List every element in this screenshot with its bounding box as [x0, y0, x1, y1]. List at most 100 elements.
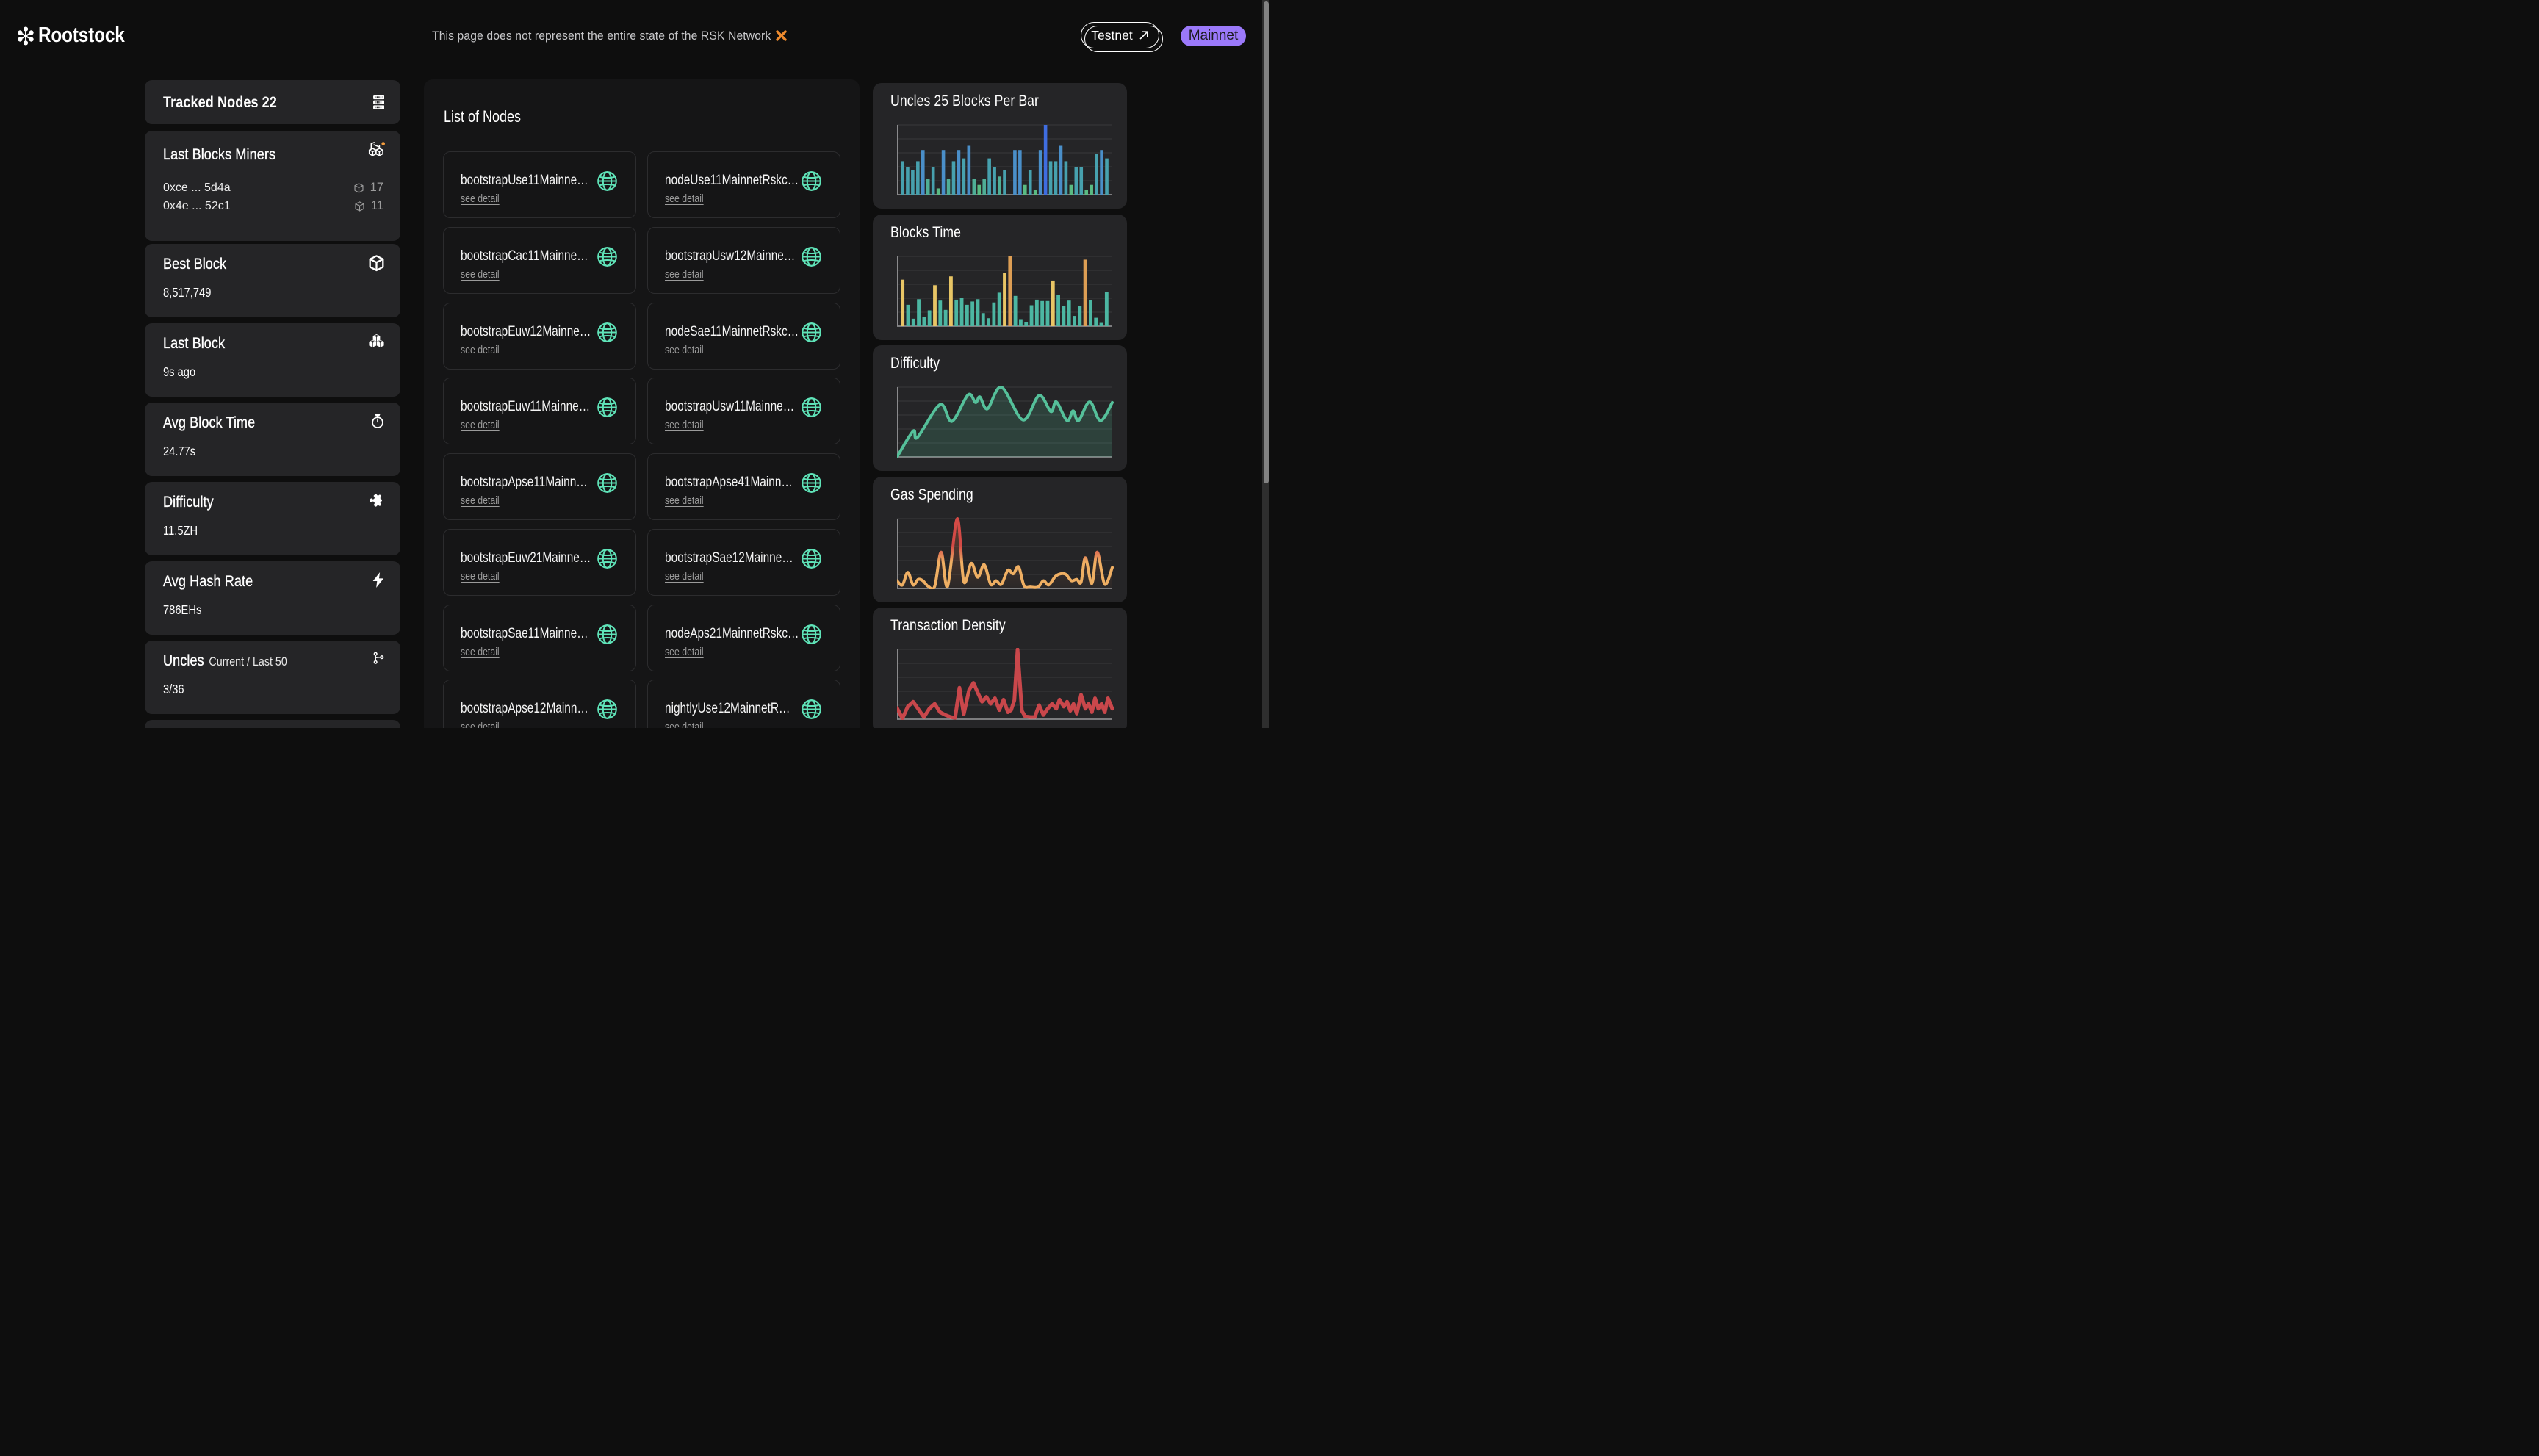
testnet-button[interactable]: Testnet	[1081, 22, 1159, 48]
stat-card-subtitle: Current / Last 50	[209, 655, 287, 669]
chart-title: Uncles 25 Blocks Per Bar	[890, 93, 1039, 110]
tracked-nodes-title: Tracked Nodes 22	[163, 93, 277, 112]
scrollbar-thumb[interactable]	[1264, 1, 1269, 483]
see-detail-link[interactable]: see detail	[665, 494, 704, 507]
scrollbar-track[interactable]	[1262, 0, 1270, 728]
blocks-time-chart	[897, 255, 1114, 327]
miner-address: 0x4e ... 52c1	[163, 200, 231, 213]
node-name: bootstrapApse41Mainn…	[665, 474, 793, 491]
stat-card-avg-hash-rate: Avg Hash Rate 786EHs	[145, 561, 400, 635]
miner-rows: 0xce ... 5d4a 17 0x4e ... 52c1 11	[163, 179, 386, 215]
node-card: bootstrapApse41Mainn… see detail	[647, 453, 840, 520]
stat-card-difficulty: Difficulty 11.5ZH	[145, 482, 400, 555]
list-of-nodes-title: List of Nodes	[444, 107, 521, 126]
globe-icon	[597, 322, 618, 343]
node-card: bootstrapUse11Mainne…see detail	[443, 151, 636, 218]
difficulty-chart	[897, 386, 1114, 458]
see-detail-link[interactable]: see detail	[665, 570, 704, 583]
node-card: bootstrapCac11Mainne…see detail	[443, 227, 636, 294]
node-name: bootstrapApse11Mainn…	[461, 474, 588, 491]
node-name: bootstrapUsw11Mainne…	[665, 398, 794, 415]
dismiss-notice-icon[interactable]	[776, 30, 787, 41]
see-detail-link[interactable]: see detail	[665, 721, 704, 728]
testnet-button-label: Testnet	[1091, 28, 1132, 43]
node-name: bootstrapEuw21Mainne…	[461, 549, 591, 566]
node-name: nodeSae11MainnetRskc…	[665, 323, 799, 340]
globe-icon	[597, 624, 618, 645]
see-detail-link[interactable]: see detail	[665, 268, 704, 281]
see-detail-link[interactable]: see detail	[461, 570, 500, 583]
stat-card-value: 11.5ZH	[163, 523, 198, 538]
server-rack-icon	[373, 95, 385, 109]
stat-card-title: Avg Hash Rate	[163, 572, 253, 591]
miner-row: 0xce ... 5d4a 17	[163, 179, 383, 197]
chart-card-uncles-per-bar: Uncles 25 Blocks Per Bar	[873, 83, 1127, 209]
stat-card-title: Difficulty	[163, 493, 214, 511]
chart-title: Gas Spending	[890, 486, 973, 504]
stopwatch-icon	[371, 414, 384, 429]
rootstock-logo[interactable]: Rootstock	[18, 24, 141, 48]
partial-card	[145, 720, 400, 728]
node-name: nodeAps21MainnetRskc…	[665, 625, 799, 642]
mainnet-badge[interactable]: Mainnet	[1181, 26, 1246, 46]
node-card: bootstrapApse11Mainn… see detail	[443, 453, 636, 520]
see-detail-link[interactable]: see detail	[461, 268, 500, 281]
node-name: bootstrapSae11Mainne…	[461, 625, 588, 642]
chart-card-gas-spending: Gas Spending	[873, 477, 1127, 602]
stat-card-title: Uncles	[163, 652, 204, 670]
node-card: bootstrapUsw11Mainne… see detail	[647, 378, 840, 444]
last-blocks-miners-title: Last Blocks Miners	[163, 145, 275, 164]
stat-card-title: Avg Block Time	[163, 414, 255, 432]
miner-block-count: 11	[371, 199, 383, 213]
chart-title: Blocks Time	[890, 224, 961, 242]
globe-icon	[597, 548, 618, 569]
miner-block-count: 17	[370, 181, 383, 195]
node-card: bootstrapSae11Mainne… see detail	[443, 605, 636, 671]
stat-card-avg-block-time: Avg Block Time 24.77s	[145, 403, 400, 476]
see-detail-link[interactable]: see detail	[665, 419, 704, 431]
stat-card-best-block: Best Block 8,517,749	[145, 244, 400, 317]
see-detail-link[interactable]: see detail	[461, 344, 500, 356]
globe-icon	[801, 472, 822, 494]
rootstock-logo-icon	[18, 26, 34, 46]
see-detail-link[interactable]: see detail	[665, 646, 704, 658]
chart-card-transaction-density: Transaction Density	[873, 608, 1127, 728]
globe-icon	[597, 170, 618, 192]
cube-small-icon	[355, 201, 364, 212]
chart-card-blocks-time: Blocks Time	[873, 215, 1127, 340]
node-card: nodeSae11MainnetRskc… see detail	[647, 303, 840, 370]
see-detail-link[interactable]: see detail	[665, 192, 704, 205]
see-detail-link[interactable]: see detail	[461, 721, 500, 728]
see-detail-link[interactable]: see detail	[461, 192, 500, 205]
node-card: nodeAps21MainnetRskc… see detail	[647, 605, 840, 671]
node-card: nightlyUse12MainnetR… see detail	[647, 680, 840, 728]
globe-icon	[597, 699, 618, 720]
uncles-per-bar-chart	[897, 123, 1114, 195]
node-name: bootstrapEuw11Mainne…	[461, 398, 590, 415]
bolt-icon	[372, 572, 384, 588]
last-blocks-miners-card: Last Blocks Miners 0xce ... 5d4a 17	[145, 131, 400, 241]
stat-card-title: Last Block	[163, 334, 225, 353]
puzzle-icon	[370, 493, 385, 508]
node-card: nodeUse11MainnetRskc…see detail	[647, 151, 840, 218]
globe-icon	[801, 322, 822, 343]
stat-card-value: 24.77s	[163, 444, 195, 459]
node-name: bootstrapSae12Mainne…	[665, 549, 793, 566]
globe-icon	[801, 397, 822, 418]
globe-icon	[597, 472, 618, 494]
miner-address: 0xce ... 5d4a	[163, 181, 231, 195]
git-branch-icon	[373, 652, 384, 665]
node-name: nightlyUse12MainnetR…	[665, 700, 790, 717]
node-card: bootstrapEuw11Mainne… see detail	[443, 378, 636, 444]
node-card: bootstrapUsw12Mainne…see detail	[647, 227, 840, 294]
globe-icon	[597, 397, 618, 418]
network-notice: This page does not represent the entire …	[432, 27, 799, 44]
see-detail-link[interactable]: see detail	[461, 494, 500, 507]
see-detail-link[interactable]: see detail	[665, 344, 704, 356]
see-detail-link[interactable]: see detail	[461, 646, 500, 658]
see-detail-link[interactable]: see detail	[461, 419, 500, 431]
stat-card-value: 3/36	[163, 682, 184, 697]
tracked-nodes-card: Tracked Nodes 22	[145, 80, 400, 124]
cubes-filled-icon	[369, 334, 384, 349]
stat-card-last-block: Last Block 9s ago	[145, 323, 400, 397]
